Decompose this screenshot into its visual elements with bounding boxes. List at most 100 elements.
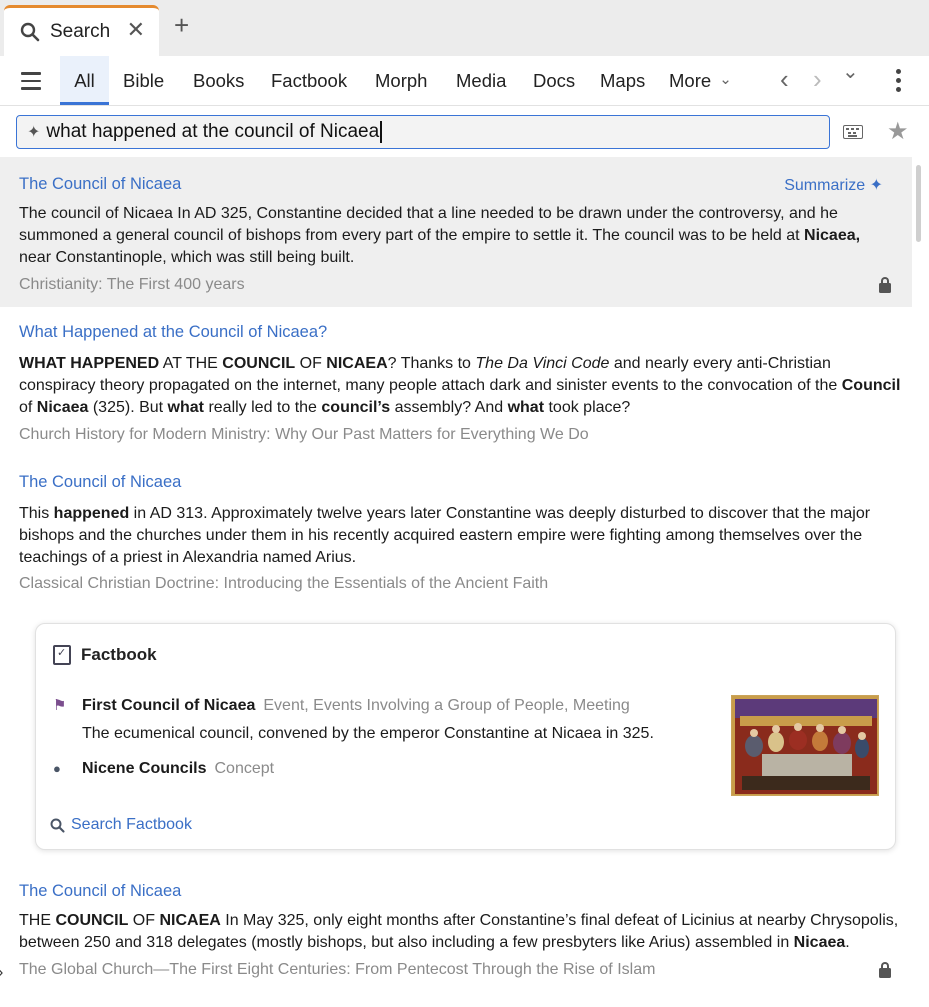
result-item: The Council of Nicaea Summarize ✦ The co… xyxy=(0,157,912,307)
result-body: WHAT HAPPENED AT THE COUNCIL OF NICAEA? … xyxy=(19,353,904,419)
summarize-label: Summarize xyxy=(784,177,866,194)
chevron-down-icon: ⌄ xyxy=(719,71,732,88)
highlight-term: COUNCIL xyxy=(55,912,129,929)
highlight-term: NICAEA xyxy=(159,912,221,929)
factbook-entry: ● Nicene Councils Concept xyxy=(53,760,274,778)
lock-icon xyxy=(879,277,891,293)
search-input[interactable]: ✦ what happened at the council of Nicaea xyxy=(16,115,830,149)
highlight-term: happened xyxy=(53,505,130,522)
close-icon[interactable]: ✕ xyxy=(127,19,145,41)
search-icon xyxy=(20,22,40,42)
highlight-term: what xyxy=(507,399,545,416)
tab-more[interactable]: More ⌄ xyxy=(669,56,732,105)
results-list: The Council of Nicaea Summarize ✦ The co… xyxy=(0,157,912,1007)
tab-books[interactable]: Books xyxy=(193,56,244,105)
back-arrow-icon[interactable]: ‹ xyxy=(780,66,789,92)
factbook-entry-description: The ecumenical council, convened by the … xyxy=(82,725,654,742)
tab-search[interactable]: Search ✕ xyxy=(4,5,159,56)
result-title[interactable]: What Happened at the Council of Nicaea? xyxy=(19,323,327,342)
factbook-icon xyxy=(53,645,71,665)
factbook-entry-name[interactable]: Nicene Councils xyxy=(82,760,206,778)
result-title[interactable]: The Council of Nicaea xyxy=(19,882,181,901)
tab-strip: Search ✕ + xyxy=(0,0,929,56)
search-factbook-link[interactable]: Search Factbook xyxy=(50,816,192,834)
highlight-term: Nicaea xyxy=(36,399,89,416)
body-text: . xyxy=(845,934,850,951)
highlight-term: council’s xyxy=(321,399,391,416)
history-chevron-icon[interactable]: ⌄ xyxy=(842,62,859,82)
tab-media[interactable]: Media xyxy=(456,56,506,105)
highlight-term: Nicaea xyxy=(793,934,846,951)
text-caret xyxy=(380,121,382,143)
body-text: The Da Vinci Code xyxy=(475,355,610,372)
lock-icon xyxy=(879,962,891,978)
keyboard-icon[interactable] xyxy=(843,125,863,139)
result-item: The Council of Nicaea THE COUNCIL OF NIC… xyxy=(0,867,912,1007)
tab-all[interactable]: All xyxy=(60,56,109,105)
highlight-term: WHAT HAPPENED xyxy=(19,355,160,372)
factbook-entry-name[interactable]: First Council of Nicaea xyxy=(82,697,255,715)
tab-docs[interactable]: Docs xyxy=(533,56,575,105)
body-text: OF xyxy=(128,912,160,929)
body-text: ? Thanks to xyxy=(387,355,476,372)
tab-maps[interactable]: Maps xyxy=(600,56,645,105)
search-factbook-label: Search Factbook xyxy=(71,816,192,833)
factbook-title: Factbook xyxy=(81,645,157,664)
search-row: ✦ what happened at the council of Nicaea… xyxy=(0,107,929,157)
body-text: AT THE xyxy=(159,355,223,372)
highlight-term: what xyxy=(167,399,204,416)
search-query[interactable]: what happened at the council of Nicaea xyxy=(46,121,379,143)
result-title[interactable]: The Council of Nicaea xyxy=(19,175,181,194)
result-source[interactable]: The Global Church—The First Eight Centur… xyxy=(19,961,655,979)
highlight-term: COUNCIL xyxy=(222,355,296,372)
body-text: near Constantinople, which was still bei… xyxy=(19,249,355,266)
factbook-card: Factbook ⚑ First Council of Nicaea Event… xyxy=(35,623,896,850)
forward-arrow-icon[interactable]: › xyxy=(813,66,822,92)
summarize-button[interactable]: Summarize ✦ xyxy=(784,175,883,195)
tab-title: Search xyxy=(50,21,111,42)
factbook-entry-type: Event, Events Involving a Group of Peopl… xyxy=(263,697,630,714)
factbook-entry: ⚑ First Council of Nicaea Event, Events … xyxy=(53,696,630,715)
result-item: The Council of Nicaea This happened in A… xyxy=(0,457,912,607)
result-title[interactable]: The Council of Nicaea xyxy=(19,473,181,492)
scrollbar-thumb[interactable] xyxy=(916,165,921,242)
body-text: assembly? And xyxy=(390,399,508,416)
body-text: in AD 313. Approximately twelve years la… xyxy=(19,505,871,566)
tab-bible[interactable]: Bible xyxy=(123,56,164,105)
body-text: This xyxy=(19,505,54,522)
concept-bubble-icon: ● xyxy=(53,761,61,776)
expand-panel-icon[interactable]: › xyxy=(0,964,3,982)
body-text: (325). But xyxy=(88,399,168,416)
nav-bar: All Bible Books Factbook Morph Media Doc… xyxy=(0,56,929,106)
star-icon[interactable]: ★ xyxy=(887,117,909,146)
search-icon xyxy=(50,818,65,833)
result-source[interactable]: Classical Christian Doctrine: Introducin… xyxy=(19,575,548,593)
new-tab-button[interactable]: + xyxy=(174,12,189,38)
menu-icon[interactable] xyxy=(21,72,41,90)
body-text: OF xyxy=(295,355,327,372)
highlight-term: Nicaea, xyxy=(804,227,861,244)
body-text: took place? xyxy=(544,399,631,416)
body-text: of xyxy=(19,399,37,416)
tab-more-label: More xyxy=(669,70,712,91)
highlight-term: NICAEA xyxy=(326,355,388,372)
result-body: This happened in AD 313. Approximately t… xyxy=(19,503,904,569)
council-painting-image[interactable] xyxy=(731,695,879,796)
flag-icon: ⚑ xyxy=(53,697,67,714)
result-body: THE COUNCIL OF NICAEA In May 325, only e… xyxy=(19,910,904,954)
body-text: THE xyxy=(19,912,56,929)
result-item: What Happened at the Council of Nicaea? … xyxy=(0,307,912,457)
result-source[interactable]: Church History for Modern Ministry: Why … xyxy=(19,426,589,444)
more-options-icon[interactable] xyxy=(896,69,904,93)
result-source[interactable]: Christianity: The First 400 years xyxy=(19,276,245,294)
highlight-term: Council xyxy=(841,377,901,394)
body-text: really led to the xyxy=(204,399,322,416)
body-text: The council of Nicaea In AD 325, Constan… xyxy=(19,205,838,244)
tab-morph[interactable]: Morph xyxy=(375,56,427,105)
result-body: The council of Nicaea In AD 325, Constan… xyxy=(19,203,894,269)
factbook-header: Factbook xyxy=(53,645,157,665)
tab-factbook[interactable]: Factbook xyxy=(271,56,347,105)
ai-sparkle-icon: ✦ xyxy=(27,124,41,141)
sparkle-icon: ✦ xyxy=(869,177,883,194)
factbook-entry-type: Concept xyxy=(214,760,275,777)
